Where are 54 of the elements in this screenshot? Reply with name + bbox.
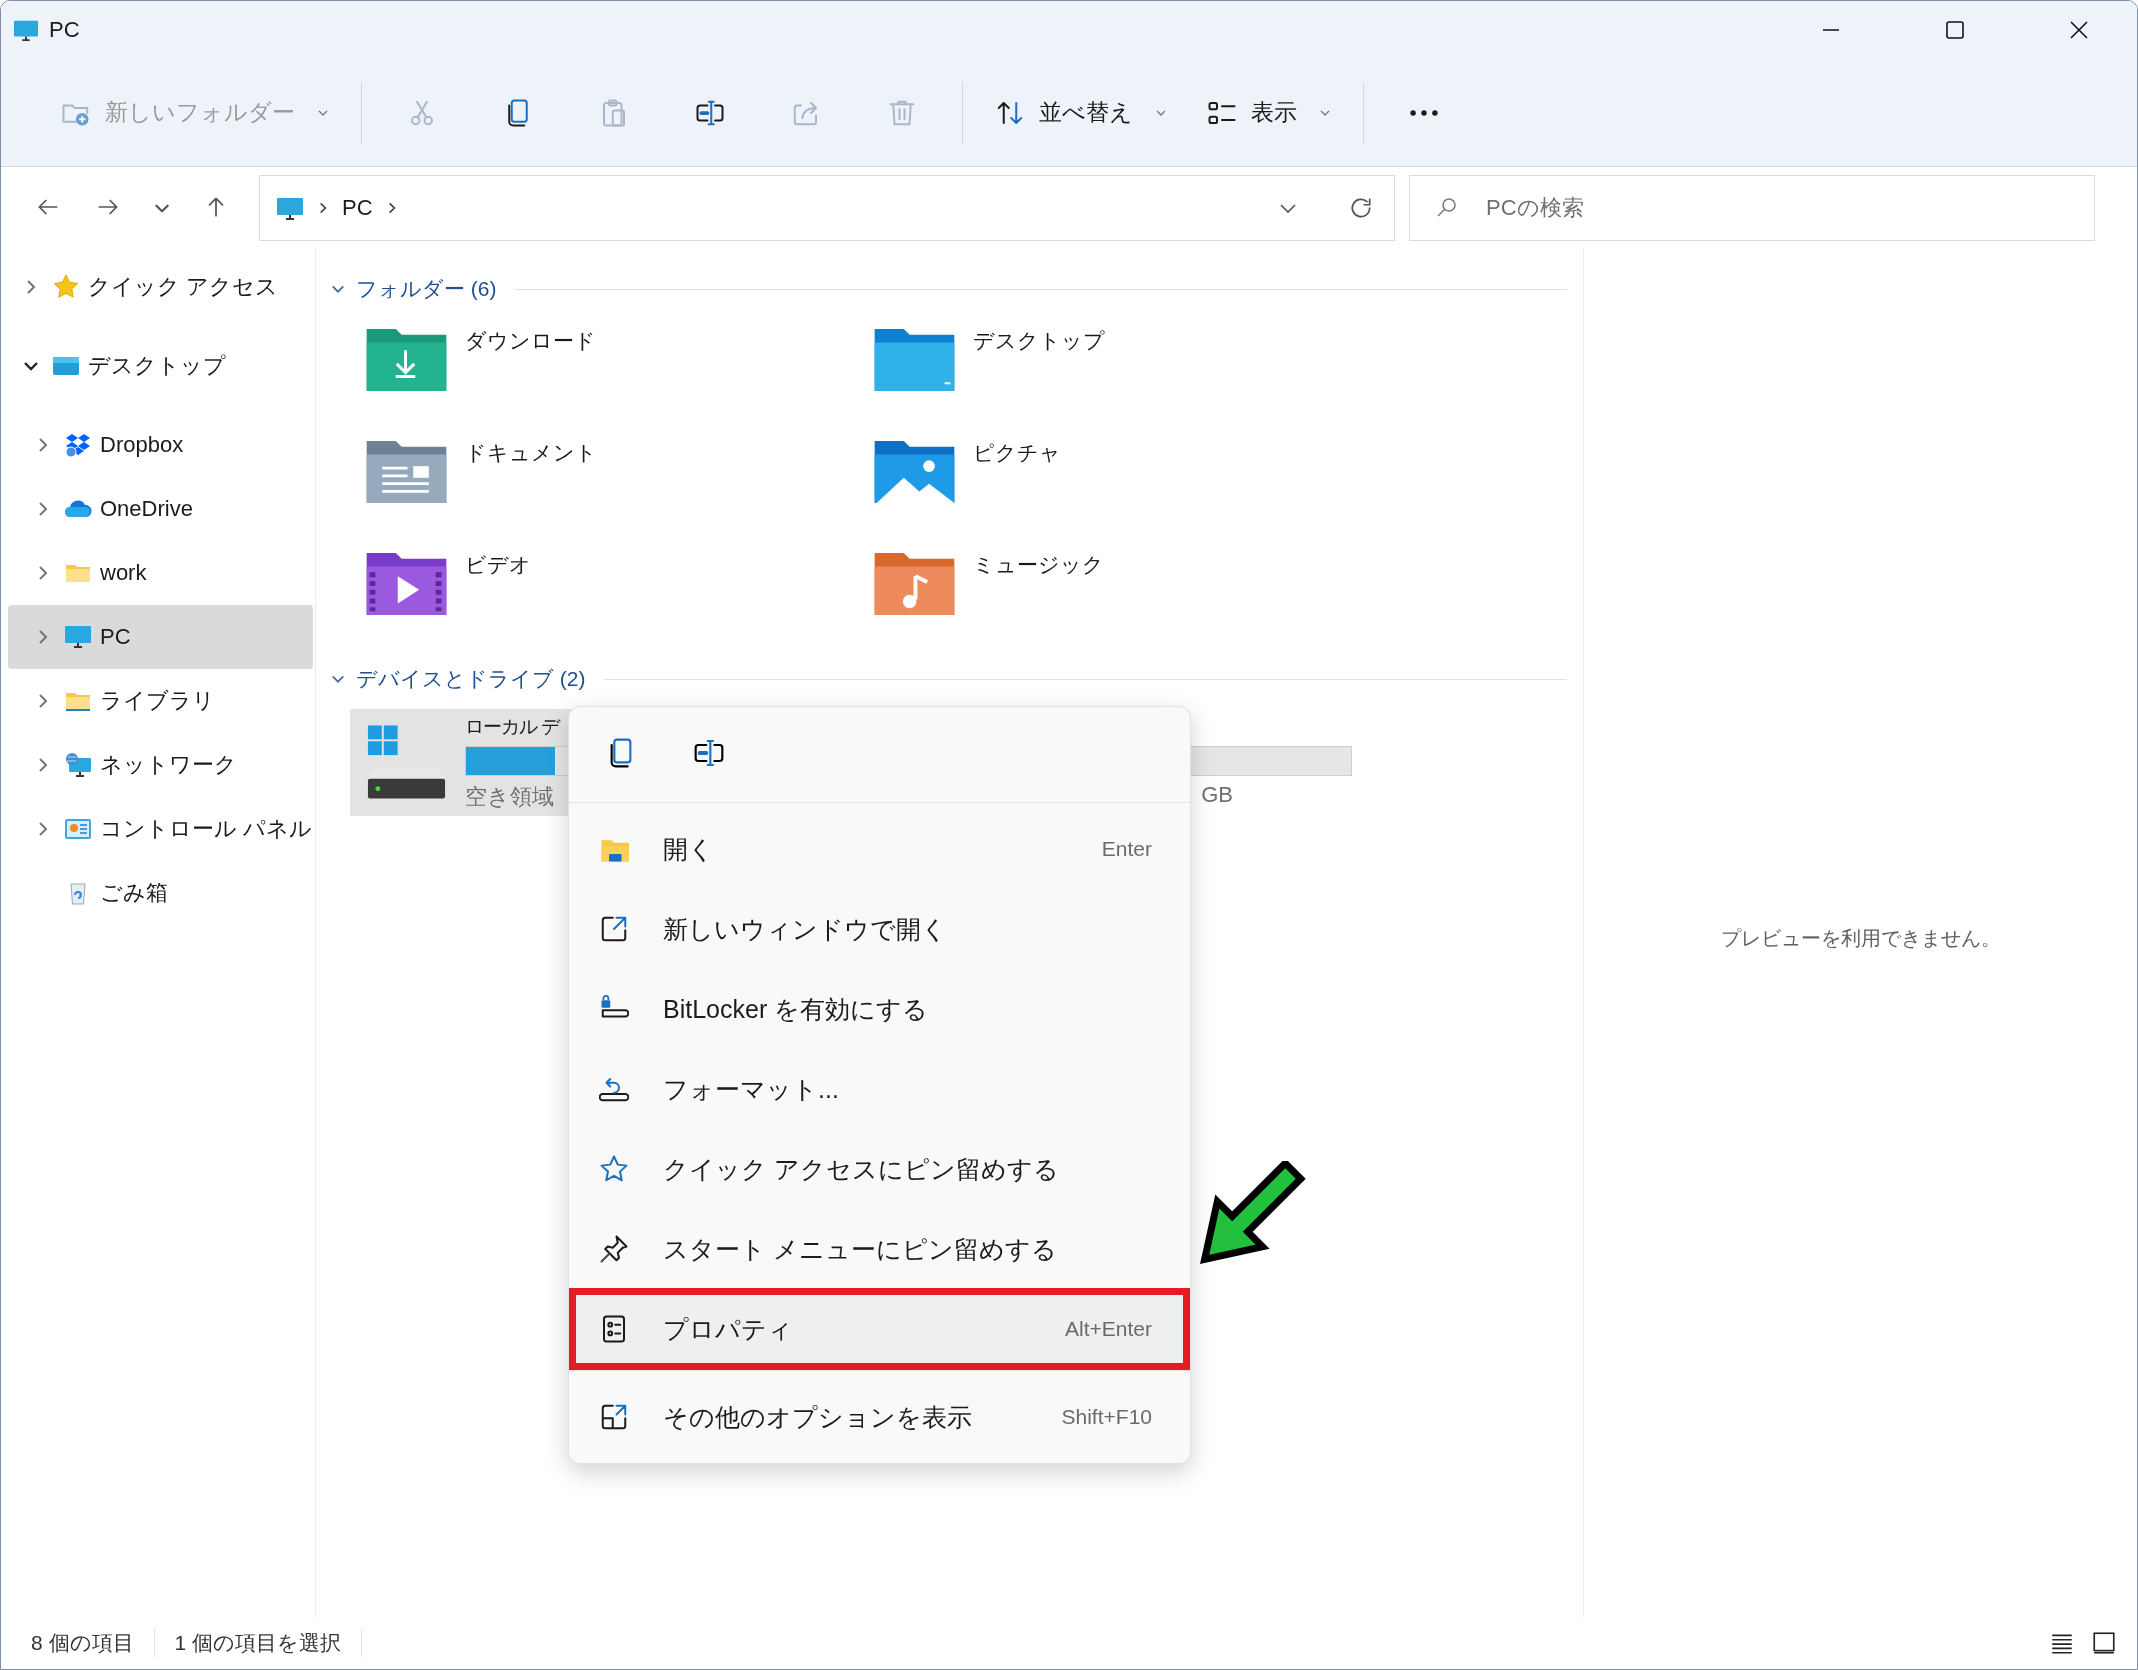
- sidebar-item[interactable]: work: [8, 541, 313, 605]
- section-heading: デバイスとドライブ (2): [356, 666, 586, 692]
- menu-item[interactable]: スタート メニューにピン留めする: [569, 1209, 1190, 1289]
- large-icons-view-icon[interactable]: [2091, 1630, 2117, 1656]
- preview-message: プレビューを利用できません。: [1720, 925, 2001, 951]
- shortcut-text: Shift+F10: [1061, 1405, 1152, 1429]
- more-icon: [1409, 108, 1439, 117]
- menu-item[interactable]: BitLocker を有効にする: [569, 969, 1190, 1049]
- search-field[interactable]: PCの検索: [1409, 175, 2095, 241]
- monitor-icon: [13, 18, 39, 42]
- sidebar-item[interactable]: Dropbox: [8, 413, 313, 477]
- menu-item[interactable]: クイック アクセスにピン留めする: [569, 1129, 1190, 1209]
- window-title: PC: [49, 17, 80, 43]
- sidebar-item[interactable]: ネットワーク: [8, 733, 313, 797]
- sidebar-item[interactable]: ライブラリ: [8, 669, 313, 733]
- folder-item[interactable]: ピクチャ: [872, 437, 1380, 549]
- monitor-icon: [64, 623, 92, 651]
- pin-icon: [599, 1234, 629, 1264]
- folder-item[interactable]: ビデオ: [364, 549, 872, 661]
- folder-item[interactable]: ドキュメント: [364, 437, 872, 549]
- address-bar[interactable]: PC: [259, 175, 1395, 241]
- section-heading: フォルダー (6): [356, 276, 497, 302]
- dropbox-icon: [64, 431, 92, 459]
- size-text: GB: [1201, 781, 1233, 809]
- network-monitor-icon: [64, 751, 92, 779]
- recent-caret-icon: [155, 203, 169, 213]
- monitor-icon: [276, 195, 304, 221]
- sidebar-item[interactable]: クイック アクセス: [8, 255, 313, 319]
- toolbar-button[interactable]: 表示: [1187, 89, 1351, 136]
- maximize-icon[interactable]: [1943, 18, 1967, 42]
- folder-item[interactable]: ミュージック: [872, 549, 1380, 661]
- menu-item[interactable]: フォーマット...: [569, 1049, 1190, 1129]
- refresh-icon[interactable]: [1348, 195, 1374, 221]
- folder-item[interactable]: ダウンロード: [364, 325, 872, 437]
- folder-item[interactable]: デスクトップ: [872, 325, 1380, 437]
- shortcut-text: Enter: [1101, 837, 1152, 861]
- expand-icon: [599, 1402, 629, 1432]
- sidebar-item[interactable]: OneDrive: [8, 477, 313, 541]
- star-icon: [599, 1154, 629, 1184]
- sidebar-item[interactable]: コントロール パネル: [8, 797, 313, 861]
- menu-item[interactable]: 開く Enter: [569, 809, 1190, 889]
- external-link-icon: [599, 914, 629, 944]
- menu-item[interactable]: 新しいウィンドウで開く: [569, 889, 1190, 969]
- status-text: 1 個の項目を選択: [174, 1629, 363, 1657]
- menu-item[interactable]: その他のオプションを表示 Shift+F10: [569, 1377, 1190, 1457]
- status-text: 8 個の項目: [31, 1629, 155, 1657]
- star-icon: [52, 273, 80, 301]
- sidebar-item[interactable]: PC: [8, 605, 313, 669]
- sidebar-item[interactable]: ごみ箱: [8, 861, 313, 925]
- toolbar-button[interactable]: 並べ替え: [975, 89, 1187, 136]
- free-space-text: 空き領域: [465, 782, 554, 811]
- breadcrumb-item[interactable]: PC: [342, 195, 373, 221]
- shortcut-text: Alt+Enter: [1065, 1317, 1152, 1341]
- sidebar-item[interactable]: デスクトップ: [8, 334, 313, 398]
